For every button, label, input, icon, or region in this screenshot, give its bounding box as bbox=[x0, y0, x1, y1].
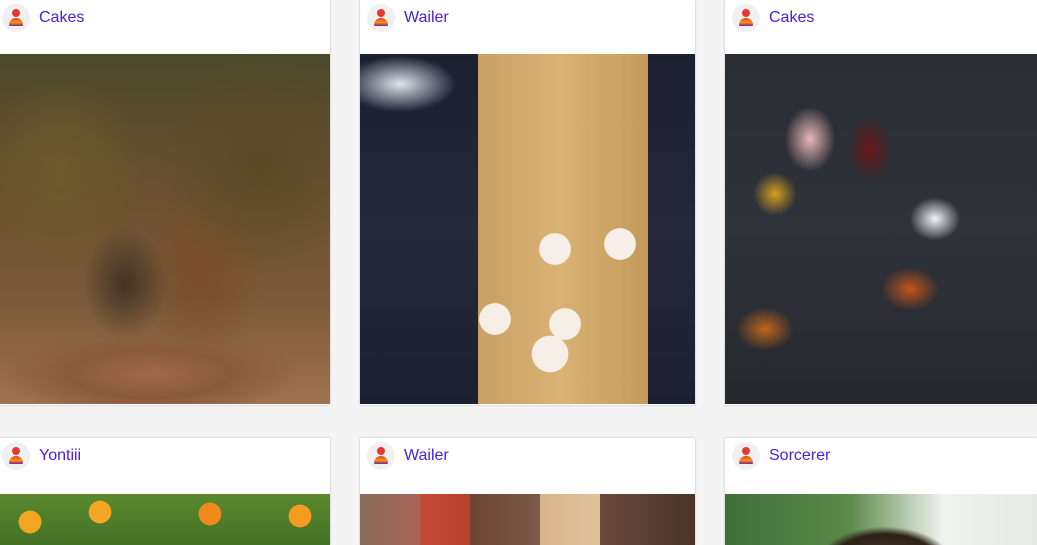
card-header: Cakes bbox=[0, 0, 330, 54]
post-image[interactable] bbox=[360, 54, 695, 404]
post-card: Sorcerer bbox=[725, 438, 1037, 545]
post-card: Cakes bbox=[725, 0, 1037, 405]
user-body-icon bbox=[739, 456, 753, 464]
post-card: Wailer bbox=[360, 0, 695, 405]
user-head-icon bbox=[742, 447, 750, 455]
avatar[interactable] bbox=[732, 442, 760, 470]
user-head-icon bbox=[12, 9, 20, 17]
avatar[interactable] bbox=[367, 442, 395, 470]
author-name[interactable]: Sorcerer bbox=[769, 447, 830, 465]
author-name[interactable]: Cakes bbox=[769, 9, 814, 27]
post-image[interactable] bbox=[360, 494, 695, 545]
avatar[interactable] bbox=[2, 4, 30, 32]
card-header: Wailer bbox=[360, 0, 695, 54]
card-header: Wailer bbox=[360, 438, 695, 492]
post-card: Yontiii bbox=[0, 438, 330, 545]
user-head-icon bbox=[742, 9, 750, 17]
user-body-icon bbox=[9, 456, 23, 464]
user-body-icon bbox=[374, 456, 388, 464]
user-body-icon bbox=[739, 18, 753, 26]
user-body-icon bbox=[9, 18, 23, 26]
card-header: Sorcerer bbox=[725, 438, 1037, 492]
post-card: Cakes bbox=[0, 0, 330, 405]
author-name[interactable]: Yontiii bbox=[39, 447, 81, 465]
post-card: Wailer bbox=[360, 438, 695, 545]
post-image[interactable] bbox=[725, 494, 1037, 545]
user-head-icon bbox=[377, 447, 385, 455]
avatar[interactable] bbox=[732, 4, 760, 32]
user-head-icon bbox=[377, 9, 385, 17]
author-name[interactable]: Wailer bbox=[404, 9, 449, 27]
post-image[interactable] bbox=[725, 54, 1037, 404]
card-header: Cakes bbox=[725, 0, 1037, 54]
post-image[interactable] bbox=[0, 54, 330, 404]
author-name[interactable]: Wailer bbox=[404, 447, 449, 465]
post-image[interactable] bbox=[0, 494, 330, 545]
author-name[interactable]: Cakes bbox=[39, 9, 84, 27]
user-head-icon bbox=[12, 447, 20, 455]
avatar[interactable] bbox=[2, 442, 30, 470]
card-header: Yontiii bbox=[0, 438, 330, 492]
avatar[interactable] bbox=[367, 4, 395, 32]
user-body-icon bbox=[374, 18, 388, 26]
